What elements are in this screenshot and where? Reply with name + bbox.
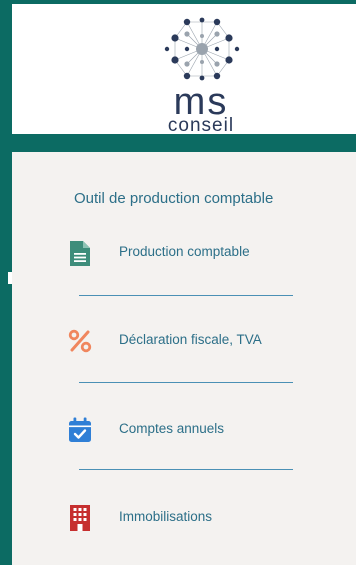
logo: ms conseil	[157, 16, 247, 136]
menu-item-immobilisations[interactable]: Immobilisations	[12, 495, 356, 539]
percent-icon	[68, 328, 92, 354]
menu-item-label: Déclaration fiscale, TVA	[119, 332, 262, 347]
menu-divider	[79, 295, 293, 296]
building-icon	[68, 505, 92, 531]
menu-item-declaration-fiscale[interactable]: Déclaration fiscale, TVA	[12, 318, 356, 362]
menu-item-comptes-annuels[interactable]: Comptes annuels	[12, 407, 356, 451]
tool-panel: Outil de production comptable Production…	[12, 152, 356, 565]
menu-item-label: Immobilisations	[119, 509, 213, 524]
header: ms conseil	[12, 4, 356, 136]
header-separator-band	[0, 134, 356, 152]
menu-item-label: Production comptable	[119, 244, 250, 259]
menu-item-label: Comptes annuels	[119, 421, 225, 436]
calendar-check-icon	[68, 417, 92, 443]
network-nodes-logo-icon	[164, 17, 240, 81]
panel-title: Outil de production comptable	[74, 190, 274, 207]
logo-tagline-text: conseil	[167, 115, 235, 136]
document-icon	[68, 240, 92, 266]
menu-divider	[79, 382, 293, 383]
menu-divider	[79, 469, 293, 470]
menu-item-production-comptable[interactable]: Production comptable	[12, 230, 356, 274]
